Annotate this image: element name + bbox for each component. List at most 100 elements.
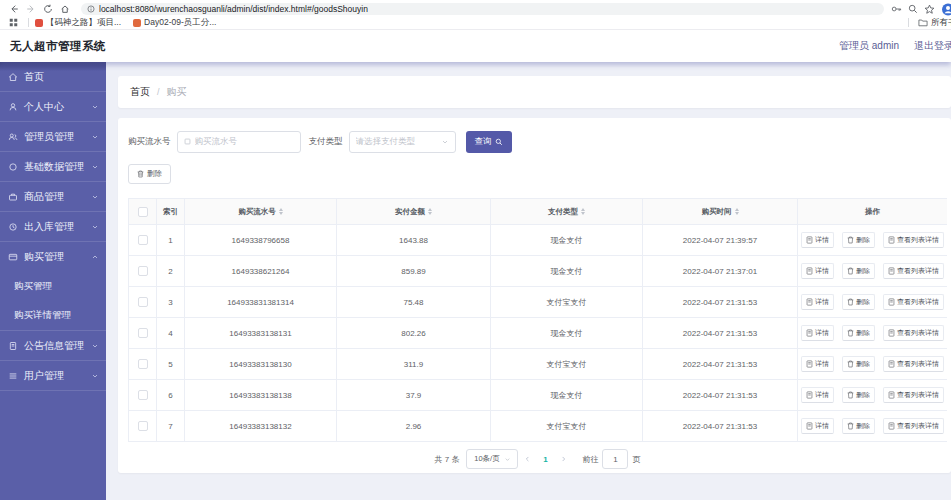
sidebar-item[interactable]: 公告信息管理 bbox=[0, 331, 106, 361]
cell-time: 2022-04-07 21:31:53 bbox=[643, 318, 798, 348]
sort-icons[interactable] bbox=[428, 208, 432, 215]
detail-button[interactable]: 详情 bbox=[801, 418, 834, 434]
chevron-up-icon bbox=[91, 253, 99, 261]
browser-avatar[interactable] bbox=[941, 3, 951, 16]
row-delete-button[interactable]: 删除 bbox=[842, 232, 875, 248]
row-checkbox[interactable] bbox=[138, 266, 148, 276]
page-size-select[interactable]: 10条/页 bbox=[466, 449, 518, 469]
delete-button[interactable]: 删除 bbox=[128, 164, 171, 184]
row-checkbox[interactable] bbox=[138, 359, 148, 369]
forward-icon[interactable] bbox=[22, 3, 39, 16]
sidebar-item[interactable]: 首页 bbox=[0, 62, 106, 92]
cell-time: 2022-04-07 21:31:53 bbox=[643, 411, 798, 441]
cell-serial: 1649338621264 bbox=[185, 256, 337, 286]
row-delete-button[interactable]: 删除 bbox=[842, 325, 875, 341]
search-button[interactable]: 查询 bbox=[466, 131, 512, 153]
detail-button[interactable]: 详情 bbox=[801, 387, 834, 403]
sidebar-item[interactable]: 出入库管理 bbox=[0, 212, 106, 242]
serial-input[interactable]: 购买流水号 bbox=[177, 131, 301, 153]
row-delete-button[interactable]: 删除 bbox=[842, 418, 875, 434]
row-delete-button[interactable]: 删除 bbox=[842, 263, 875, 279]
sidebar-item-label: 公告信息管理 bbox=[24, 339, 91, 353]
trash-icon bbox=[847, 422, 854, 430]
row-checkbox[interactable] bbox=[138, 390, 148, 400]
sort-icons[interactable] bbox=[279, 208, 283, 215]
document-icon bbox=[806, 391, 813, 399]
prev-page-icon[interactable] bbox=[518, 455, 536, 463]
sidebar-item[interactable]: 管理员管理 bbox=[0, 122, 106, 152]
bookmark-star-icon[interactable] bbox=[924, 4, 935, 15]
column-header: 索引 bbox=[157, 199, 185, 224]
cell-serial: 16493383138138 bbox=[185, 380, 337, 410]
sidebar-item-label: 出入库管理 bbox=[24, 220, 91, 234]
sidebar-item[interactable]: 购买管理 bbox=[0, 242, 106, 272]
home-icon bbox=[8, 72, 18, 82]
breadcrumb-home[interactable]: 首页 bbox=[130, 85, 150, 99]
cell-index: 3 bbox=[157, 287, 185, 317]
detail-button[interactable]: 详情 bbox=[801, 325, 834, 341]
row-checkbox[interactable] bbox=[138, 421, 148, 431]
password-key-icon[interactable] bbox=[891, 4, 902, 14]
list-detail-button[interactable]: 查看列表详情 bbox=[883, 325, 944, 341]
site-info-icon[interactable] bbox=[87, 5, 95, 13]
document-icon bbox=[888, 391, 895, 399]
document-icon bbox=[888, 236, 895, 244]
cell-paytype: 现金支付 bbox=[491, 380, 643, 410]
sidebar-item-label: 个人中心 bbox=[24, 100, 91, 114]
cell-paytype: 支付宝支付 bbox=[491, 287, 643, 317]
paytype-select[interactable]: 请选择支付类型 bbox=[349, 131, 456, 153]
next-page-icon[interactable] bbox=[554, 455, 572, 463]
sort-icons[interactable] bbox=[735, 208, 739, 215]
page-number[interactable]: 1 bbox=[536, 455, 554, 464]
cell-serial: 164933831381314 bbox=[185, 287, 337, 317]
sidebar-item[interactable]: 用户管理 bbox=[0, 361, 106, 391]
detail-button[interactable]: 详情 bbox=[801, 294, 834, 310]
home-nav-icon[interactable] bbox=[56, 3, 73, 16]
sort-icons[interactable] bbox=[581, 208, 585, 215]
row-delete-button[interactable]: 删除 bbox=[842, 387, 875, 403]
select-all-checkbox[interactable] bbox=[138, 207, 148, 217]
cell-time: 2022-04-07 21:39:57 bbox=[643, 225, 798, 255]
cell-amount: 75.48 bbox=[337, 287, 491, 317]
url-text[interactable]: localhost:8080/wurenchaosguanli/admin/di… bbox=[99, 4, 368, 14]
back-icon[interactable] bbox=[5, 3, 22, 16]
logout-link[interactable]: 退出登录 bbox=[914, 39, 951, 53]
trash-icon bbox=[847, 267, 854, 275]
row-delete-button[interactable]: 删除 bbox=[842, 356, 875, 372]
cell-paytype: 现金支付 bbox=[491, 256, 643, 286]
sidebar-item[interactable]: 基础数据管理 bbox=[0, 152, 106, 182]
sidebar-item[interactable]: 个人中心 bbox=[0, 92, 106, 122]
reload-icon[interactable] bbox=[39, 3, 56, 16]
sidebar-item[interactable]: 商品管理 bbox=[0, 182, 106, 212]
detail-button[interactable]: 详情 bbox=[801, 232, 834, 248]
row-checkbox[interactable] bbox=[138, 328, 148, 338]
row-checkbox[interactable] bbox=[138, 235, 148, 245]
users-icon bbox=[8, 371, 18, 381]
bookmark-item[interactable]: 【码神之路】项目... bbox=[35, 17, 121, 29]
list-detail-button[interactable]: 查看列表详情 bbox=[883, 294, 944, 310]
cell-amount: 37.9 bbox=[337, 380, 491, 410]
all-bookmarks[interactable]: 所有书签 bbox=[902, 17, 951, 29]
list-detail-button[interactable]: 查看列表详情 bbox=[883, 263, 944, 279]
address-bar[interactable]: localhost:8080/wurenchaosguanli/admin/di… bbox=[81, 3, 884, 15]
sidebar-subitem[interactable]: 购买管理 bbox=[0, 272, 106, 301]
list-detail-button[interactable]: 查看列表详情 bbox=[883, 232, 944, 248]
list-detail-button[interactable]: 查看列表详情 bbox=[883, 387, 944, 403]
cell-index: 2 bbox=[157, 256, 185, 286]
user-menu[interactable]: 管理员 admin bbox=[839, 39, 899, 53]
list-detail-button[interactable]: 查看列表详情 bbox=[883, 418, 944, 434]
detail-button[interactable]: 详情 bbox=[801, 263, 834, 279]
sidebar-subitem[interactable]: 购买详情管理 bbox=[0, 301, 106, 330]
divider bbox=[908, 18, 909, 27]
detail-button[interactable]: 详情 bbox=[801, 356, 834, 372]
list-detail-button[interactable]: 查看列表详情 bbox=[883, 356, 944, 372]
bookmark-item[interactable]: Day02-09-员工分... bbox=[133, 17, 216, 29]
notice-icon bbox=[8, 341, 18, 351]
apps-grid-icon[interactable] bbox=[5, 16, 22, 29]
purchase-table: 索引购买流水号实付金额支付类型购买时间操作 1 1649338796658 16… bbox=[128, 198, 947, 442]
goto-label: 前往 bbox=[582, 454, 598, 465]
goto-page-input[interactable]: 1 bbox=[602, 449, 628, 469]
zoom-icon[interactable] bbox=[908, 4, 918, 14]
row-checkbox[interactable] bbox=[138, 297, 148, 307]
row-delete-button[interactable]: 删除 bbox=[842, 294, 875, 310]
